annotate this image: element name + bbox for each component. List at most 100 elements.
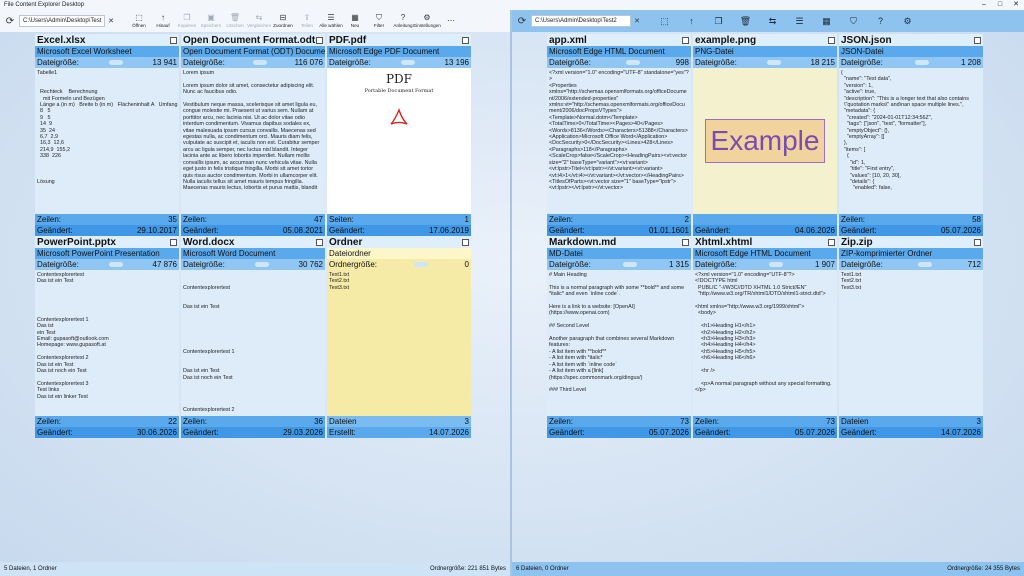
select-checkbox[interactable] — [828, 238, 835, 246]
file-size-row: Dateigröße: 1 315 — [547, 259, 691, 270]
size-toggle[interactable] — [622, 262, 637, 267]
content-preview[interactable]: Example — [693, 68, 837, 214]
content-preview[interactable]: PDF Portable Document Format — [327, 68, 471, 214]
anleitung-button[interactable]: ? Anleitung — [391, 10, 415, 32]
gear-icon: ⚙ — [903, 16, 912, 26]
select-checkbox[interactable] — [974, 238, 981, 246]
content-preview[interactable]: Text1.txt Text2.txt Text3.txt — [839, 270, 983, 416]
file-card[interactable]: PowerPoint.pptx Microsoft PowerPoint Pres… — [35, 236, 179, 438]
content-preview[interactable]: { "name": "Test data", "version": 1, "ac… — [839, 68, 983, 214]
copy-button[interactable]: ❐ — [705, 10, 732, 32]
select-checkbox[interactable] — [170, 238, 177, 246]
card-footer-date: Geändert: 14.07.2026 — [839, 427, 983, 438]
select-checkbox[interactable] — [316, 238, 323, 246]
size-toggle[interactable] — [108, 262, 123, 267]
öffnen-button[interactable]: ⬚ Öffnen — [127, 10, 151, 32]
vergleichen-button[interactable]: ⇆ Vergleichen — [247, 10, 271, 32]
window-controls: – □ ✕ — [976, 0, 1024, 10]
size-toggle[interactable] — [413, 262, 428, 267]
file-name: Open Document Format.odt — [183, 34, 316, 46]
content-preview[interactable]: Contentexplorertest Das ist ein Test Con… — [181, 270, 325, 416]
file-card[interactable]: example.png PNG-Datei Dateigröße: 18 215 Exa… — [693, 34, 837, 236]
minimize-icon[interactable]: – — [976, 0, 992, 10]
left-status-size: Ordnergröße: 221 851 Bytes — [429, 566, 506, 572]
arrow-up-button[interactable]: ↑ — [678, 10, 705, 32]
alle-wählen-button[interactable]: ☰ Alle wählen — [319, 10, 343, 32]
size-label: Dateigröße: — [549, 260, 591, 269]
right-path-input[interactable]: C:\Users\Admin\Desktop\Test2 — [531, 15, 631, 27]
card-footer-date: Geändert: 01.01.1601 — [547, 225, 691, 236]
file-card[interactable]: Open Document Format.odt Open Document Fo… — [181, 34, 325, 236]
select-all-button[interactable]: ☰ — [786, 10, 813, 32]
gear-button[interactable]: ⚙ — [894, 10, 921, 32]
right-status-bar: 6 Dateien, 0 Ordner Ordnergröße: 24 355 … — [512, 562, 1024, 576]
size-toggle[interactable] — [914, 60, 929, 65]
size-toggle[interactable] — [254, 262, 269, 267]
refresh-icon[interactable]: ⟳ — [3, 14, 17, 28]
size-toggle[interactable] — [768, 262, 783, 267]
content-preview[interactable]: <?xml version="1.0" encoding="UTF-8"?> <… — [693, 270, 837, 416]
new-button[interactable]: ▦ — [813, 10, 840, 32]
select-checkbox[interactable] — [462, 238, 469, 246]
size-toggle[interactable] — [108, 60, 123, 65]
file-card[interactable]: Xhtml.xhtml Microsoft Edge HTML Document D… — [693, 236, 837, 438]
file-card[interactable]: Word.docx Microsoft Word Document Dateigrö… — [181, 236, 325, 438]
compare-icon: ⇆ — [768, 16, 777, 26]
kopieren-button[interactable]: ❐ Kopieren — [175, 10, 199, 32]
löschen-button[interactable]: 🗑 Löschen — [223, 10, 247, 32]
teilen-button[interactable]: ⇪ Teilen — [295, 10, 319, 32]
select-checkbox[interactable] — [682, 36, 689, 44]
file-card[interactable]: Zip.zip ZIP-komprimierter Ordner Dateigröß… — [839, 236, 983, 438]
count-value: 35 — [168, 215, 177, 224]
file-card[interactable]: Ordner Dateiordner Ordnergröße: 0 Text1.txt … — [327, 236, 471, 438]
zuordnen-button[interactable]: ⊟ Zuordnen — [271, 10, 295, 32]
file-name: JSON.json — [841, 34, 892, 46]
content-preview[interactable]: <?xml version="1.0" encoding="UTF-8" sta… — [547, 68, 691, 214]
adobe-pdf-logo-icon — [388, 107, 410, 131]
einstellungen-button[interactable]: ⚙ Einstellungen — [413, 10, 441, 32]
size-toggle[interactable] — [626, 60, 641, 65]
file-card[interactable]: app.xml Microsoft Edge HTML Document Datei… — [547, 34, 691, 236]
neu-button[interactable]: ▦ Neu — [343, 10, 367, 32]
compare-icon: ⇆ — [255, 13, 263, 22]
filter-button[interactable]: ⛉ — [840, 10, 867, 32]
date-value: 01.01.1601 — [648, 226, 689, 235]
filter-button[interactable]: ⛉ Filter — [367, 10, 391, 32]
content-preview[interactable]: Tabelle1 Rechteck Berechnung mit Formeln… — [35, 68, 179, 214]
compare-button[interactable]: ⇆ — [759, 10, 786, 32]
select-checkbox[interactable] — [316, 36, 323, 44]
maximize-icon[interactable]: □ — [992, 0, 1008, 10]
size-toggle[interactable] — [766, 60, 781, 65]
size-toggle[interactable] — [252, 60, 267, 65]
clear-path-icon[interactable]: ✕ — [633, 17, 641, 25]
card-footer-count: Seiten: 1 — [327, 214, 471, 225]
select-checkbox[interactable] — [974, 36, 981, 44]
card-header: JSON.json — [839, 34, 983, 46]
speichern-button[interactable]: ▣ Speichern — [199, 10, 223, 32]
help-button[interactable]: ? — [867, 10, 894, 32]
select-checkbox[interactable] — [828, 36, 835, 44]
trash-button[interactable]: 🗑 — [732, 10, 759, 32]
size-toggle[interactable] — [918, 262, 933, 267]
select-checkbox[interactable] — [170, 36, 177, 44]
select-checkbox[interactable] — [682, 238, 689, 246]
card-header: Word.docx — [181, 236, 325, 248]
content-preview[interactable]: Lorem ipsum Lorem ipsum dolor sit amet, … — [181, 68, 325, 214]
file-card[interactable]: JSON.json JSON-Datei Dateigröße: 1 208{ "na… — [839, 34, 983, 236]
more-button[interactable]: ⋯ — [439, 10, 463, 32]
select-checkbox[interactable] — [462, 36, 469, 44]
file-card[interactable]: Markdown.md MD-Datei Dateigröße: 1 315 # Mai… — [547, 236, 691, 438]
close-icon[interactable]: ✕ — [1008, 0, 1024, 10]
content-preview[interactable]: Text1.txt Text2.txt Text3.txt — [327, 270, 471, 416]
file-card[interactable]: Excel.xlsx Microsoft Excel Worksheet Datei… — [35, 34, 179, 236]
size-toggle[interactable] — [400, 60, 415, 65]
content-preview[interactable]: Contentexplorertest Das ist ein Test Con… — [35, 270, 179, 416]
file-name: Xhtml.xhtml — [695, 236, 753, 248]
content-preview[interactable]: # Main Heading This is a normal paragrap… — [547, 270, 691, 416]
clear-path-icon[interactable]: ✕ — [107, 17, 115, 25]
hinauf-button[interactable]: ↑ Hinauf — [151, 10, 175, 32]
refresh-icon[interactable]: ⟳ — [515, 14, 529, 28]
open-button[interactable]: ⬚ — [651, 10, 678, 32]
file-card[interactable]: PDF.pdf Microsoft Edge PDF Document Dateig… — [327, 34, 471, 236]
left-path-input[interactable]: C:\Users\Admin\Desktop\Test — [19, 15, 105, 27]
